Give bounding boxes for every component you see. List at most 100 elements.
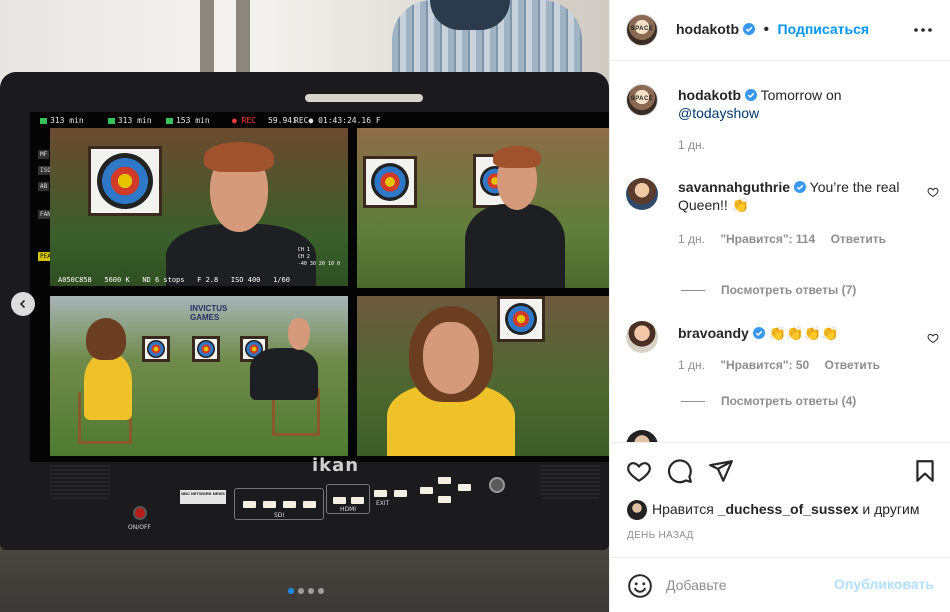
carousel-prev-button[interactable] — [11, 292, 35, 316]
emoji-icon[interactable] — [627, 573, 653, 599]
power-label: ON/OFF — [128, 524, 151, 531]
invictus-games-logo: INVICTUS GAMES — [190, 304, 228, 322]
separator-dot: • — [763, 21, 770, 38]
comments-list[interactable]: SPACE hodakotb Tomorrow on @todayshow 1 … — [610, 62, 950, 442]
follow-button[interactable]: Подписаться — [778, 21, 870, 37]
like-comment-heart-icon[interactable] — [927, 332, 939, 344]
camera-settings-osd: A050C858 5600 K ND 6 stops F 2.8 ISO 400… — [58, 276, 290, 284]
sdi-2-button[interactable] — [263, 501, 276, 508]
verified-badge-icon — [752, 327, 765, 339]
carousel-dot[interactable] — [318, 588, 324, 594]
caption-time: 1 дн. — [678, 138, 705, 152]
like-comment-heart-icon[interactable] — [927, 186, 939, 198]
add-comment-bar: Опубликовать — [610, 557, 950, 612]
archery-target — [192, 336, 220, 362]
archery-target — [142, 336, 170, 362]
side-tag: AB — [38, 182, 50, 191]
username-link[interactable]: hodakotb — [676, 21, 739, 37]
verified-badge-icon — [794, 181, 807, 193]
reply-button[interactable]: Ответить — [825, 358, 880, 372]
heart-icon[interactable] — [626, 458, 652, 484]
power-button[interactable] — [133, 506, 147, 520]
avatar[interactable]: SPACE — [626, 14, 658, 46]
avatar[interactable]: SPACE — [626, 84, 658, 116]
osd-framerate: 59.94i — [268, 116, 297, 125]
osd-media-remaining: 313 min 313 min 153 min — [40, 116, 210, 125]
hdmi-2-button[interactable] — [351, 497, 364, 504]
chevron-left-icon — [19, 299, 26, 309]
archery-target — [497, 296, 545, 342]
function-button[interactable] — [438, 477, 451, 484]
comment-likes-count[interactable]: "Нравится": 114 — [720, 232, 815, 246]
archery-target — [363, 156, 417, 208]
comment-meta: 1 дн. "Нравится": 50 Ответить — [678, 358, 880, 372]
man-in-black-shirt — [465, 204, 565, 288]
avatar[interactable] — [626, 321, 658, 353]
publish-button[interactable]: Опубликовать — [834, 576, 934, 592]
more-options-icon[interactable] — [913, 22, 933, 38]
hdmi-label: HDMI — [340, 506, 357, 513]
carousel-dot[interactable] — [298, 588, 304, 594]
man-face — [288, 318, 310, 350]
comment-icon[interactable] — [667, 458, 693, 484]
function-button[interactable] — [458, 484, 471, 491]
caption-text: hodakotb Tomorrow on @todayshow — [678, 86, 918, 122]
sdi-4-button[interactable] — [303, 501, 316, 508]
post-header: SPACE hodakotb • Подписаться — [610, 0, 950, 61]
avatar[interactable] — [626, 178, 658, 210]
osd-timecode: REC● 01:43:24.16 F — [294, 116, 381, 125]
username-link[interactable]: bravoandy — [678, 325, 749, 341]
header-user: hodakotb • Подписаться — [676, 21, 869, 39]
man-in-black-shirt — [250, 348, 318, 400]
monitor-handle — [305, 94, 423, 102]
liked-by-user-link[interactable]: _duchess_of_sussex — [718, 501, 859, 517]
menu-button[interactable] — [394, 490, 407, 497]
speaker-grille — [50, 463, 110, 499]
camera-feed-3: INVICTUS GAMES — [50, 296, 348, 456]
comment-time: 1 дн. — [678, 232, 705, 246]
view-replies-button[interactable]: Посмотреть ответы (4) — [681, 394, 856, 408]
sdi-label: SDI — [274, 512, 285, 519]
caption-body: Tomorrow on — [760, 87, 842, 103]
avatar[interactable] — [626, 430, 658, 442]
comment-likes-count[interactable]: "Нравится": 50 — [720, 358, 809, 372]
ikan-logo: ikan — [312, 455, 360, 476]
avatar[interactable] — [627, 500, 647, 520]
sdi-1-button[interactable] — [243, 501, 256, 508]
sdi-3-button[interactable] — [283, 501, 296, 508]
comment-meta: 1 дн. "Нравится": 114 Ответить — [678, 232, 886, 246]
volume-knob[interactable] — [489, 477, 505, 493]
archery-target — [88, 146, 162, 216]
comment-body: 👏👏👏👏 — [768, 325, 839, 341]
username-link[interactable]: savannahguthrie — [678, 179, 790, 195]
hdmi-1-button[interactable] — [333, 497, 346, 504]
carousel-dot[interactable] — [308, 588, 314, 594]
carousel-dot[interactable] — [288, 588, 294, 594]
man-hair — [493, 146, 541, 168]
bookmark-icon[interactable] — [912, 458, 938, 484]
exit-button[interactable] — [374, 490, 387, 497]
function-button[interactable] — [438, 496, 451, 503]
exit-label: EXIT — [376, 500, 390, 507]
share-icon[interactable] — [708, 458, 734, 484]
verified-badge-icon — [745, 89, 757, 101]
post-sidebar: SPACE hodakotb • Подписаться SPACE hodak… — [609, 0, 950, 612]
likes-summary: Нравится _duchess_of_sussex и другим — [652, 501, 920, 517]
post-actions: Нравится _duchess_of_sussex и другим ДЕН… — [610, 442, 950, 557]
comment-time: 1 дн. — [678, 358, 705, 372]
woman-in-yellow-jacket — [84, 354, 132, 420]
post-media: 313 min 313 min 153 min ● REC 59.94i REC… — [0, 0, 609, 612]
woman-face — [423, 322, 479, 394]
comment-text: bravoandy 👏👏👏👏 — [678, 324, 918, 342]
reply-button[interactable]: Ответить — [831, 232, 886, 246]
man-hair — [204, 142, 274, 172]
post-date: ДЕНЬ НАЗАД — [627, 530, 694, 541]
username-link[interactable]: hodakotb — [678, 87, 741, 103]
view-replies-button[interactable]: Посмотреть ответы (7) — [681, 283, 856, 297]
nbc-news-badge: NBC NETWORK NEWS — [180, 490, 226, 504]
camera-feed-2 — [357, 128, 609, 288]
function-button[interactable] — [420, 487, 433, 494]
audio-meter: CH 1 CH 2 -40 30 20 10 0 — [297, 247, 340, 267]
camera-feed-1: CH 1 CH 2 -40 30 20 10 0 A050C858 5600 K… — [50, 128, 348, 286]
mention-link[interactable]: @todayshow — [678, 105, 759, 121]
